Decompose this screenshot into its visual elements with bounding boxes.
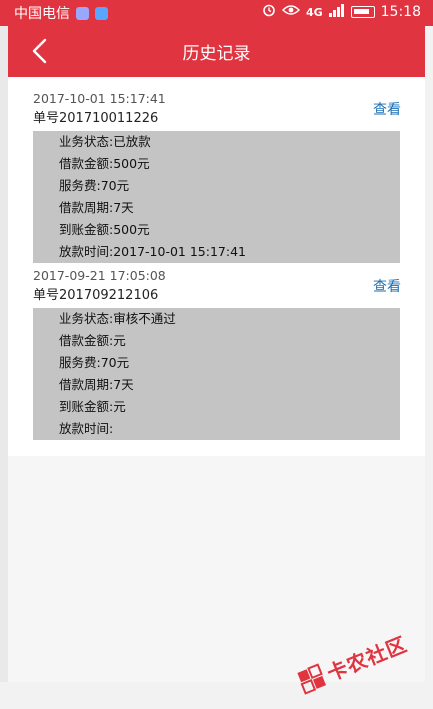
title-bar: 历史记录 (8, 26, 425, 77)
notification-icon (76, 6, 89, 20)
status-bar-left: 中国电信 (14, 3, 108, 23)
record-item: 2017-09-21 17:05:08 单号201709212106 查看 业务… (33, 266, 401, 440)
record-details: 业务状态:审核不通过 借款金额:元 服务费:70元 借款周期:7天 到账金额:元… (33, 308, 400, 440)
location-icon (95, 6, 108, 20)
clock: 15:18 (380, 4, 421, 20)
detail-fee: 服务费:70元 (59, 178, 130, 193)
alarm-icon (262, 3, 276, 21)
view-button[interactable]: 查看 (373, 276, 401, 296)
background-page (0, 26, 8, 682)
record-order-number: 单号201709212106 (33, 288, 159, 303)
detail-amount: 借款金额:元 (59, 333, 126, 348)
detail-amount: 借款金额:500元 (59, 156, 150, 171)
signal-icon (328, 3, 345, 21)
detail-status: 业务状态:已放款 (59, 134, 151, 149)
watermark-logo-icon (297, 663, 326, 695)
detail-received: 到账金额:元 (59, 399, 126, 414)
carrier-label: 中国电信 (14, 6, 70, 22)
status-bar-right: 4G 15:18 (262, 3, 421, 21)
detail-fee: 服务费:70元 (59, 355, 130, 370)
record-timestamp: 2017-10-01 15:17:41 (33, 91, 166, 106)
eye-icon (281, 4, 301, 20)
detail-period: 借款周期:7天 (59, 377, 134, 392)
detail-period: 借款周期:7天 (59, 200, 134, 215)
record-item: 2017-10-01 15:17:41 单号201710011226 查看 业务… (33, 89, 401, 263)
detail-received: 到账金额:500元 (59, 222, 150, 237)
status-bar: 中国电信 4G 15:18 (0, 0, 433, 26)
record-timestamp: 2017-09-21 17:05:08 (33, 268, 166, 283)
network-type: 4G (305, 5, 323, 19)
detail-status: 业务状态:审核不通过 (59, 311, 176, 326)
record-details: 业务状态:已放款 借款金额:500元 服务费:70元 借款周期:7天 到账金额:… (33, 131, 400, 263)
history-sheet: 历史记录 2017-10-01 15:17:41 单号201710011226 … (8, 26, 425, 682)
records-list: 2017-10-01 15:17:41 单号201710011226 查看 业务… (8, 77, 425, 456)
detail-loan-time: 放款时间:2017-10-01 15:17:41 (59, 244, 246, 259)
view-button[interactable]: 查看 (373, 99, 401, 119)
record-order-number: 单号201710011226 (33, 111, 159, 126)
battery-icon (350, 6, 375, 18)
page-title: 历史记录 (182, 44, 251, 64)
detail-loan-time: 放款时间: (59, 421, 114, 436)
